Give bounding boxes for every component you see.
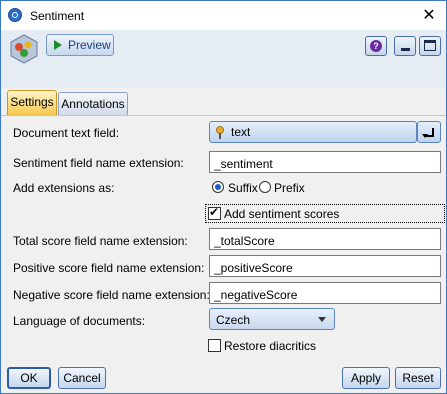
negative-score-ext-input[interactable] — [209, 282, 441, 304]
maximize-button[interactable] — [419, 36, 441, 56]
apply-button[interactable]: Apply — [342, 367, 390, 389]
negative-score-ext-label: Negative score field name extension: — [13, 288, 210, 302]
toolbar: Preview ? — [1, 30, 446, 88]
total-score-ext-label: Total score field name extension: — [13, 234, 188, 248]
cancel-button[interactable]: Cancel — [58, 367, 106, 389]
maximize-icon — [424, 40, 436, 51]
add-sentiment-scores-checkbox[interactable] — [208, 205, 221, 220]
sentiment-node-icon — [10, 34, 38, 64]
tab-annotations[interactable]: Annotations — [58, 92, 128, 115]
add-sentiment-scores-label: Add sentiment scores — [224, 207, 340, 221]
add-extensions-label: Add extensions as: — [13, 181, 115, 195]
prefix-radio[interactable] — [259, 181, 271, 193]
dialog-window: Sentiment ✕ Preview ? Settings Annotatio… — [0, 0, 447, 394]
reset-button[interactable]: Reset — [395, 367, 441, 389]
minimize-button[interactable] — [394, 36, 416, 56]
app-icon — [8, 8, 22, 22]
field-picker-button[interactable] — [417, 121, 441, 143]
language-value: Czech — [216, 313, 251, 327]
preview-label: Preview — [68, 38, 111, 52]
minimize-icon — [401, 48, 410, 51]
total-score-ext-input[interactable] — [209, 228, 441, 250]
field-pin-icon — [216, 126, 224, 139]
prefix-label: Prefix — [274, 181, 305, 195]
document-text-field-value: text — [231, 125, 251, 139]
positive-score-ext-input[interactable] — [209, 255, 441, 277]
restore-diacritics-checkbox[interactable] — [208, 339, 221, 352]
window-title: Sentiment — [30, 9, 85, 23]
title-bar: Sentiment ✕ — [1, 1, 446, 30]
help-button[interactable]: ? — [365, 36, 387, 56]
close-button[interactable]: ✕ — [412, 1, 446, 30]
language-label: Language of documents: — [13, 314, 146, 328]
play-icon — [54, 40, 62, 50]
help-icon: ? — [370, 40, 382, 52]
sentiment-ext-input[interactable] — [209, 151, 441, 173]
close-icon: ✕ — [422, 7, 436, 24]
suffix-label: Suffix — [228, 181, 258, 195]
ok-button[interactable]: OK — [7, 367, 51, 389]
positive-score-ext-label: Positive score field name extension: — [13, 261, 205, 275]
document-text-field-selector[interactable]: text — [209, 121, 417, 143]
restore-diacritics-label: Restore diacritics — [224, 339, 317, 353]
preview-button[interactable]: Preview — [46, 34, 114, 56]
sentiment-ext-label: Sentiment field name extension: — [13, 156, 184, 170]
suffix-radio[interactable] — [212, 181, 224, 193]
chevron-down-icon — [318, 317, 326, 322]
tab-settings[interactable]: Settings — [7, 90, 57, 115]
language-dropdown[interactable]: Czech — [209, 308, 335, 330]
document-text-field-label: Document text field: — [13, 126, 120, 140]
